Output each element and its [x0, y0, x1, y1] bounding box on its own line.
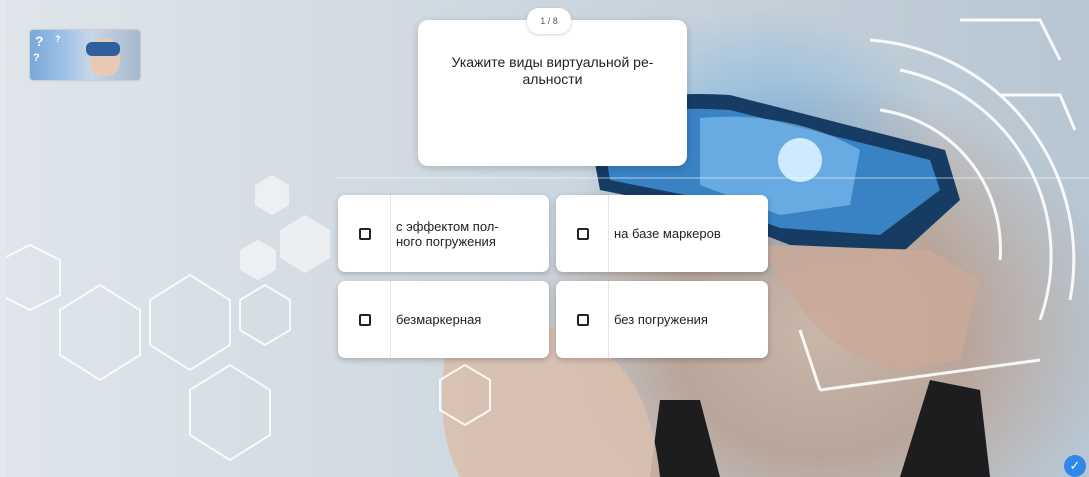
answer-label: с эффектом пол- ного погружения	[396, 218, 499, 249]
answer-option-3[interactable]: безмаркерная	[338, 281, 549, 358]
checkbox-icon[interactable]	[556, 195, 609, 272]
vr-thumbnail-image: ? ? ?	[30, 30, 140, 80]
question-text: Укажите виды виртуальной ре- альности	[451, 54, 654, 87]
question-card: Укажите виды виртуальной ре- альности	[418, 20, 687, 166]
checkbox-icon[interactable]	[338, 281, 391, 358]
answer-label: на базе маркеров	[614, 226, 721, 241]
answer-option-2[interactable]: на базе маркеров	[556, 195, 768, 272]
left-edge	[0, 0, 6, 477]
question-counter: 1 / 8	[527, 8, 571, 34]
answer-option-1[interactable]: с эффектом пол- ного погружения	[338, 195, 549, 272]
answer-option-4[interactable]: без погружения	[556, 281, 768, 358]
answer-label: безмаркерная	[396, 312, 482, 327]
checkbox-icon[interactable]	[556, 281, 609, 358]
check-answer-button[interactable]: ✓	[1064, 455, 1086, 477]
answer-label: без погружения	[614, 312, 708, 327]
checkbox-icon[interactable]	[338, 195, 391, 272]
check-icon: ✓	[1069, 458, 1081, 473]
